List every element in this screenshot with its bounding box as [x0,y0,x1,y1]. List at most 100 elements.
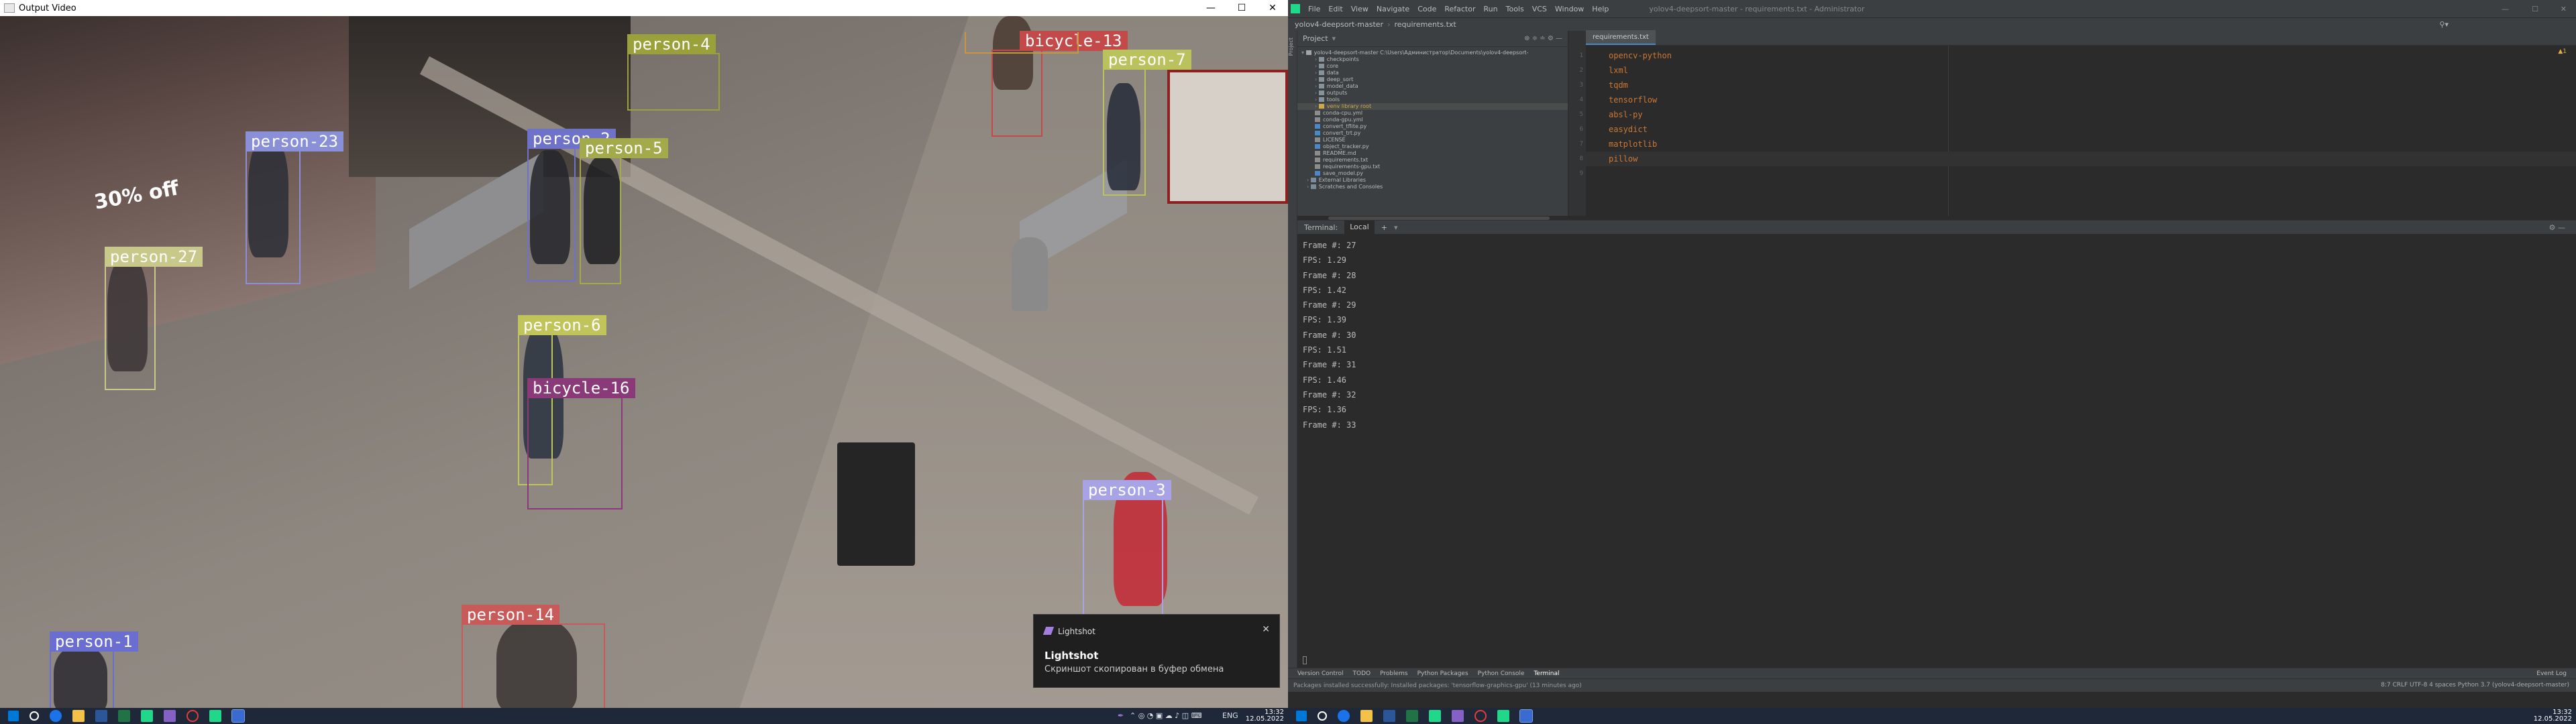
project-panel-title[interactable]: Project [1303,34,1328,43]
code-line[interactable]: 7 matplotlib [1580,137,2576,152]
word-icon[interactable] [1383,710,1395,722]
close-button[interactable]: ✕ [2561,5,2567,13]
tree-file[interactable]: object_tracker.py [1297,143,1568,150]
tree-file[interactable]: requirements.txt [1297,157,1568,164]
project-tool-button[interactable]: Project [1288,38,1294,56]
pycharm-icon[interactable] [209,710,221,722]
maximize-button[interactable]: ☐ [1226,0,1257,16]
tree-file[interactable]: conda-gpu.yml [1297,117,1568,123]
menu-refactor[interactable]: Refactor [1444,5,1475,13]
visual-studio-icon[interactable] [1452,710,1464,722]
menu-help[interactable]: Help [1592,5,1609,13]
tree-folder[interactable]: › tools [1297,97,1568,103]
tab-requirements[interactable]: requirements.txt [1586,30,1656,45]
python-icon[interactable] [1519,709,1533,723]
code-line[interactable]: 8 pillow [1580,152,2576,166]
pycharm-icon[interactable] [141,710,153,722]
code-line[interactable]: 1 opencv-python [1580,48,2576,63]
clock[interactable]: 13:32 12.05.2022 [2534,709,2572,723]
panel-options-icons[interactable]: ⊕ ≑ ≐ ⚙ — [1524,35,1562,42]
tree-folder[interactable]: › core [1297,63,1568,70]
tree-folder[interactable]: › model_data [1297,83,1568,90]
tree-file[interactable]: LICENSE [1297,137,1568,143]
video-window-titlebar[interactable]: Output Video — ☐ ✕ [0,0,1288,16]
menu-tools[interactable]: Tools [1506,5,1524,13]
tree-file[interactable]: conda-cpu.yml [1297,110,1568,117]
excel-icon[interactable] [1406,710,1418,722]
code-area[interactable]: 1 opencv-python 2 lxml 3 tqdm 4 tensorflow 5 absl… [1580,46,2576,181]
minimize-button[interactable]: — [2502,5,2509,13]
tool-window-button[interactable]: Version Control [1297,670,1344,677]
tool-window-button[interactable]: TODO [1353,670,1371,677]
tree-folder[interactable]: ▾ yolov4-deepsort-master C:\Users\Админи… [1297,50,1568,56]
tray-icons[interactable]: ⌃ ◎ ◔ ▣ ☁ ♪ ◫ ⌨ [1130,711,1202,720]
tab-local[interactable]: Local [1344,221,1375,234]
file-explorer-icon[interactable] [72,710,85,722]
word-icon[interactable] [95,710,107,722]
new-terminal-button[interactable]: + [1381,223,1387,232]
menu-run[interactable]: Run [1484,5,1498,13]
windows-start-icon[interactable] [1296,711,1307,721]
minimize-button[interactable]: — [1195,0,1226,16]
search-icon[interactable] [30,711,39,721]
tree-file[interactable]: convert_tflite.py [1297,123,1568,130]
chevron-down-icon[interactable]: ▾ [1332,34,1336,43]
code-line[interactable]: 3 tqdm [1580,78,2576,93]
tree-file[interactable]: › Scratches and Consoles [1297,184,1568,190]
windows-start-icon[interactable] [8,711,19,721]
code-line[interactable]: 5 absl-py [1580,107,2576,122]
menu-window[interactable]: Window [1555,5,1584,13]
tree-file[interactable]: save_model.py [1297,170,1568,177]
opera-icon[interactable] [186,710,199,722]
terminal-options-icons[interactable]: ⚙ — [2549,223,2565,232]
user-icon[interactable]: ⚲▾ [2439,20,2449,29]
tool-window-button[interactable]: Event Log [2536,670,2567,677]
chrome-icon[interactable] [50,710,62,722]
tree-folder[interactable]: › outputs [1297,90,1568,97]
code-line[interactable]: 2 lxml [1580,63,2576,78]
python-icon[interactable] [231,709,245,723]
excel-icon[interactable] [118,710,130,722]
clock[interactable]: 13:32 12.05.2022 [1246,709,1284,723]
tree-folder[interactable]: › deep_sort [1297,76,1568,83]
tree-file[interactable]: requirements-gpu.txt [1297,164,1568,170]
visual-studio-icon[interactable] [164,710,176,722]
status-message[interactable]: Packages installed successfully: Install… [1293,682,1582,689]
tree-file[interactable]: convert_trt.py [1297,130,1568,137]
close-button[interactable]: ✕ [1257,0,1288,16]
code-line[interactable]: 4 tensorflow [1580,93,2576,107]
menu-view[interactable]: View [1351,5,1368,13]
chrome-icon[interactable] [1338,710,1350,722]
tool-window-button[interactable]: Terminal [1534,670,1559,677]
tool-window-button[interactable]: Python Packages [1417,670,1468,677]
terminal-output[interactable]: Frame #: 27 FPS: 1.29 Frame #: 28 FPS: 1.42… [1297,234,2576,432]
code-line[interactable]: 9 [1580,166,2576,181]
code-line[interactable]: 6 easydict [1580,122,2576,137]
menu-file[interactable]: File [1308,5,1320,13]
menu-navigate[interactable]: Navigate [1377,5,1409,13]
tree-folder[interactable]: › venv library root [1297,103,1568,110]
lightshot-notification[interactable]: Lightshot ✕ Lightshot Скриншот скопирова… [1033,614,1280,688]
lightshot-tray-icon[interactable]: ✒ [1118,711,1124,720]
breadcrumb-project[interactable]: yolov4-deepsort-master [1295,20,1383,29]
tree-file[interactable]: README.md [1297,150,1568,157]
tool-window-button[interactable]: Problems [1380,670,1407,677]
chevron-down-icon[interactable]: ▾ [1394,223,1398,232]
tree-folder[interactable]: › checkpoints [1297,56,1568,63]
status-right[interactable]: 8:7 CRLF UTF-8 4 spaces Python 3.7 (yolo… [2381,682,2569,688]
file-explorer-icon[interactable] [1360,710,1373,722]
menu-vcs[interactable]: VCS [1532,5,1547,13]
opera-icon[interactable] [1474,710,1487,722]
tree-file[interactable]: › External Libraries [1297,177,1568,184]
menu-edit[interactable]: Edit [1328,5,1342,13]
maximize-button[interactable]: ☐ [2532,5,2538,13]
tool-window-button[interactable]: Python Console [1478,670,1525,677]
menu-code[interactable]: Code [1417,5,1436,13]
pycharm-icon[interactable] [1497,710,1509,722]
language-indicator[interactable]: ENG [1222,711,1238,720]
search-icon[interactable] [1318,711,1327,721]
close-icon[interactable]: ✕ [1262,624,1270,635]
tree-folder[interactable]: › data [1297,70,1568,76]
pycharm-icon[interactable] [1429,710,1441,722]
breadcrumb-file[interactable]: requirements.txt [1394,20,1456,29]
